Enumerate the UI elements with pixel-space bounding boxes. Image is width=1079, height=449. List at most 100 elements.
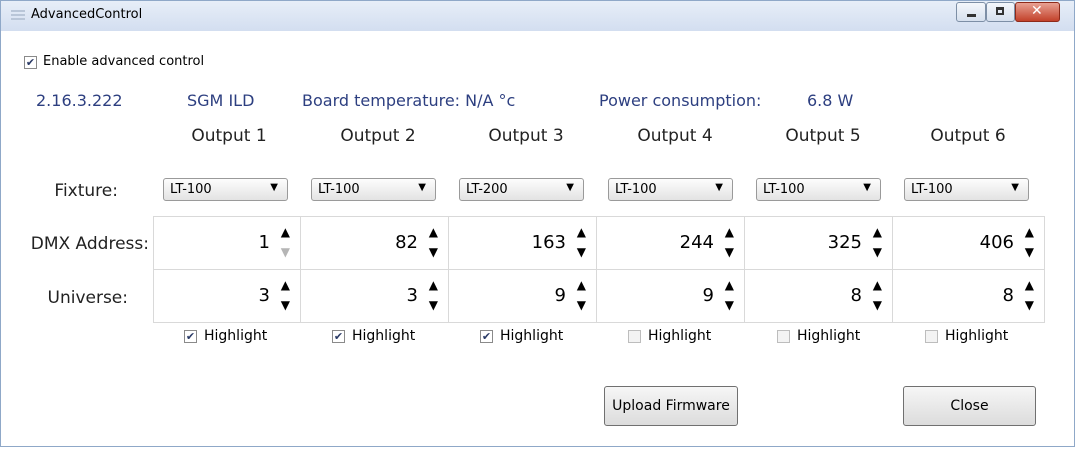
increment-icon[interactable]: ▲ [725,225,734,239]
decrement-icon[interactable]: ▼ [873,298,882,312]
fixture-value: LT-100 [318,182,360,197]
universe-value: 9 [554,285,566,306]
dmx-address-label: DMX Address: [30,234,149,254]
dmx-address-stepper-1[interactable]: 1 ▲ ▼ [153,217,301,270]
dmx-address-value: 244 [679,232,714,253]
universe-value: 9 [702,285,714,306]
output-1-header: Output 1 [191,126,267,146]
close-icon: ✕ [1031,3,1043,19]
decrement-icon[interactable]: ▼ [429,245,438,259]
output-5-header: Output 5 [785,126,861,146]
highlight-label: Highlight [500,328,564,344]
maximize-button[interactable] [986,2,1015,22]
dmx-address-stepper-3[interactable]: 163 ▲ ▼ [449,217,597,270]
dropdown-arrow-icon: ▼ [566,182,574,193]
numeric-grid: 1 ▲ ▼ 82 ▲ ▼ 163 ▲ ▼ 244 ▲ ▼ 325 ▲ ▼ 406… [153,216,1045,325]
fixture-select-4[interactable]: LT-100 ▼ [608,178,733,201]
firmware-version: 2.16.3.222 [36,91,123,110]
fixture-value: LT-100 [170,182,212,197]
increment-icon[interactable]: ▲ [429,225,438,239]
decrement-icon[interactable]: ▼ [725,245,734,259]
power-consumption-value: 6.8 W [807,91,854,110]
increment-icon[interactable]: ▲ [873,225,882,239]
dropdown-arrow-icon: ▼ [270,182,278,193]
minimize-button[interactable] [956,2,986,22]
universe-stepper-4[interactable]: 9 ▲ ▼ [597,270,745,323]
decrement-icon[interactable]: ▼ [577,245,586,259]
increment-icon[interactable]: ▲ [429,278,438,292]
highlight-checkbox[interactable] [184,330,197,343]
universe-stepper-3[interactable]: 9 ▲ ▼ [449,270,597,323]
universe-stepper-2[interactable]: 3 ▲ ▼ [301,270,449,323]
highlight-label: Highlight [945,328,1009,344]
enable-advanced-checkbox[interactable] [24,56,37,69]
increment-icon[interactable]: ▲ [577,225,586,239]
dmx-address-value: 406 [979,232,1014,253]
output-2-header: Output 2 [340,126,416,146]
universe-stepper-6[interactable]: 8 ▲ ▼ [893,270,1045,323]
highlight-label: Highlight [797,328,861,344]
universe-value: 8 [850,285,862,306]
dmx-address-stepper-4[interactable]: 244 ▲ ▼ [597,217,745,270]
universe-label: Universe: [47,288,129,308]
universe-value: 8 [1002,285,1014,306]
title-bar[interactable]: AdvancedControl ✕ [1,1,1074,31]
dmx-address-value: 82 [395,232,418,253]
decrement-icon[interactable]: ▼ [429,298,438,312]
decrement-icon[interactable]: ▼ [1025,245,1034,259]
fixture-value: LT-100 [911,182,953,197]
close-window-button[interactable]: ✕ [1015,2,1060,22]
power-consumption-label: Power consumption: [599,91,762,110]
fixture-value: LT-200 [466,182,508,197]
app-icon [11,10,25,22]
highlight-checkbox[interactable] [480,330,493,343]
enable-advanced-label: Enable advanced control [43,54,205,69]
dmx-address-stepper-5[interactable]: 325 ▲ ▼ [745,217,893,270]
dmx-address-value: 163 [531,232,566,253]
decrement-icon[interactable]: ▼ [281,245,290,259]
increment-icon[interactable]: ▲ [577,278,586,292]
advanced-control-window: AdvancedControl ✕ Enable advanced contro… [0,0,1075,447]
increment-icon[interactable]: ▲ [725,278,734,292]
universe-stepper-1[interactable]: 3 ▲ ▼ [153,270,301,323]
fixture-label: Fixture: [54,181,118,201]
decrement-icon[interactable]: ▼ [281,298,290,312]
increment-icon[interactable]: ▲ [1025,278,1034,292]
dropdown-arrow-icon: ▼ [1011,182,1019,193]
dmx-address-stepper-6[interactable]: 406 ▲ ▼ [893,217,1045,270]
window-title: AdvancedControl [31,7,143,22]
increment-icon[interactable]: ▲ [281,225,290,239]
highlight-checkbox[interactable] [628,330,641,343]
highlight-checkbox[interactable] [777,330,790,343]
board-temperature: Board temperature: N/A °c [302,91,516,110]
fixture-select-6[interactable]: LT-100 ▼ [904,178,1029,201]
increment-icon[interactable]: ▲ [1025,225,1034,239]
dmx-address-stepper-2[interactable]: 82 ▲ ▼ [301,217,449,270]
close-button[interactable]: Close [903,386,1036,426]
fixture-select-1[interactable]: LT-100 ▼ [163,178,288,201]
dropdown-arrow-icon: ▼ [418,182,426,193]
highlight-checkbox[interactable] [925,330,938,343]
dmx-address-value: 1 [258,232,270,253]
device-name: SGM ILD [187,91,255,110]
highlight-label: Highlight [204,328,268,344]
increment-icon[interactable]: ▲ [281,278,290,292]
decrement-icon[interactable]: ▼ [873,245,882,259]
decrement-icon[interactable]: ▼ [725,298,734,312]
dropdown-arrow-icon: ▼ [715,182,723,193]
fixture-select-3[interactable]: LT-200 ▼ [459,178,584,201]
increment-icon[interactable]: ▲ [873,278,882,292]
maximize-icon [996,7,1004,15]
dropdown-arrow-icon: ▼ [863,182,871,193]
fixture-select-5[interactable]: LT-100 ▼ [756,178,881,201]
fixture-value: LT-100 [763,182,805,197]
decrement-icon[interactable]: ▼ [1025,298,1034,312]
output-6-header: Output 6 [930,126,1006,146]
highlight-checkbox[interactable] [332,330,345,343]
upload-firmware-button[interactable]: Upload Firmware [604,386,738,426]
highlight-label: Highlight [648,328,712,344]
decrement-icon[interactable]: ▼ [577,298,586,312]
universe-stepper-5[interactable]: 8 ▲ ▼ [745,270,893,323]
fixture-select-2[interactable]: LT-100 ▼ [311,178,436,201]
dmx-address-value: 325 [827,232,862,253]
